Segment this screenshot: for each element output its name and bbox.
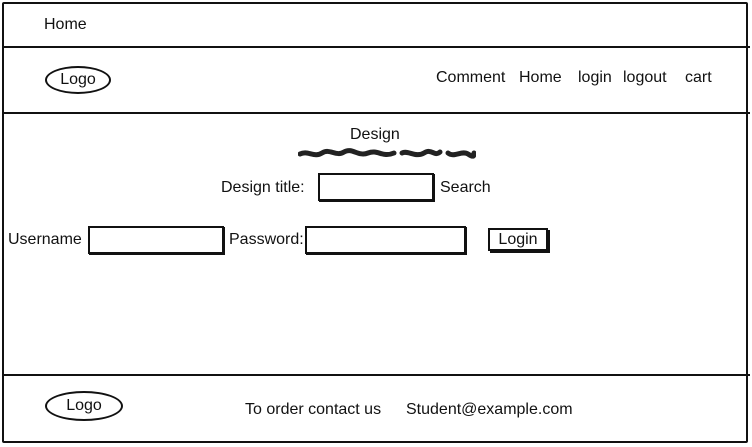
username-input[interactable] (88, 226, 224, 254)
design-title-label: Design title: (221, 179, 305, 196)
search-link[interactable]: Search (440, 179, 491, 197)
footer-email-link[interactable]: Student@example.com (406, 401, 573, 419)
password-input[interactable] (305, 226, 466, 254)
divider-top (2, 46, 750, 48)
footer-logo: Logo (45, 391, 123, 421)
divider-header (2, 112, 750, 114)
nav-comment[interactable]: Comment (436, 69, 505, 87)
footer-contact-text: To order contact us (245, 401, 382, 418)
scribbled-text (298, 148, 476, 159)
nav-home[interactable]: Home (519, 69, 562, 87)
divider-footer (2, 374, 750, 376)
footer-logo-label: Logo (66, 397, 102, 414)
username-label: Username (8, 231, 82, 248)
nav-login[interactable]: login (578, 69, 612, 87)
page-title: Design (350, 126, 400, 143)
password-label: Password: (229, 231, 304, 248)
login-button-label: Login (498, 230, 538, 248)
header-logo: Logo (45, 66, 111, 94)
design-title-input[interactable] (318, 173, 434, 201)
login-button[interactable]: Login (488, 228, 548, 251)
header-logo-label: Logo (60, 71, 96, 88)
nav-logout[interactable]: logout (623, 69, 667, 87)
top-home-link[interactable]: Home (44, 16, 87, 34)
nav-cart[interactable]: cart (685, 69, 712, 87)
